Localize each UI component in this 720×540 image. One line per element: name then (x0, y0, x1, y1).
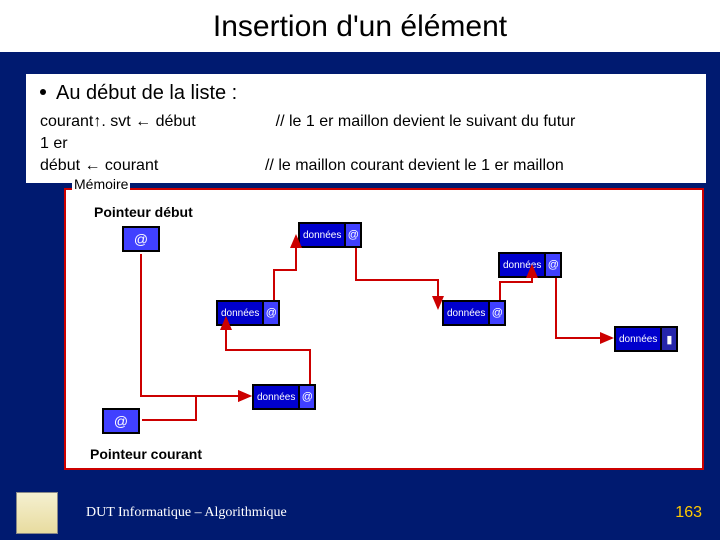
footer-text: DUT Informatique – Algorithmique (86, 505, 287, 521)
bullet-text: Au début de la liste : (56, 82, 237, 104)
node-ptr: @ (488, 302, 504, 324)
node-data: données (616, 328, 660, 350)
logo-icon (16, 492, 58, 534)
pointer-start-label: Pointeur début (94, 204, 193, 220)
node-ptr: @ (298, 386, 314, 408)
node-ptr: @ (344, 224, 360, 246)
bullet-line: Au début de la liste : (40, 82, 702, 105)
node-data: données (444, 302, 488, 324)
node-new: données @ (252, 384, 316, 410)
node-3: données @ (216, 300, 280, 326)
code-line-3: début ← courant // le maillon courant de… (40, 155, 702, 177)
node-data: données (500, 254, 544, 276)
bullet-dot-icon (40, 89, 46, 95)
memory-diagram: Mémoire Pointeur début @ données @ donné… (64, 188, 704, 470)
node-data: données (218, 302, 262, 324)
pointer-start-box: @ (122, 226, 160, 252)
memory-label: Mémoire (72, 176, 130, 192)
page-number: 163 (675, 504, 702, 522)
node-data: données (254, 386, 298, 408)
node-2: données @ (498, 252, 562, 278)
node-data: données (300, 224, 344, 246)
title-rule (0, 52, 720, 58)
node-4: données @ (442, 300, 506, 326)
node-ptr: @ (544, 254, 560, 276)
footer: DUT Informatique – Algorithmique 163 (0, 486, 720, 540)
node-ptr: @ (262, 302, 278, 324)
slide-title: Insertion d'un élément (0, 10, 720, 44)
code-line-2: 1 er (40, 133, 702, 155)
node-ptr-nil: ▮ (660, 328, 676, 350)
title-bar: Insertion d'un élément (0, 0, 720, 52)
code-line-1: courant↑. svt ← début // le 1 er maillon… (40, 111, 702, 133)
node-5: données ▮ (614, 326, 678, 352)
wires (66, 190, 702, 468)
pointer-current-label: Pointeur courant (90, 446, 202, 462)
pointer-current-box: @ (102, 408, 140, 434)
node-1: données @ (298, 222, 362, 248)
